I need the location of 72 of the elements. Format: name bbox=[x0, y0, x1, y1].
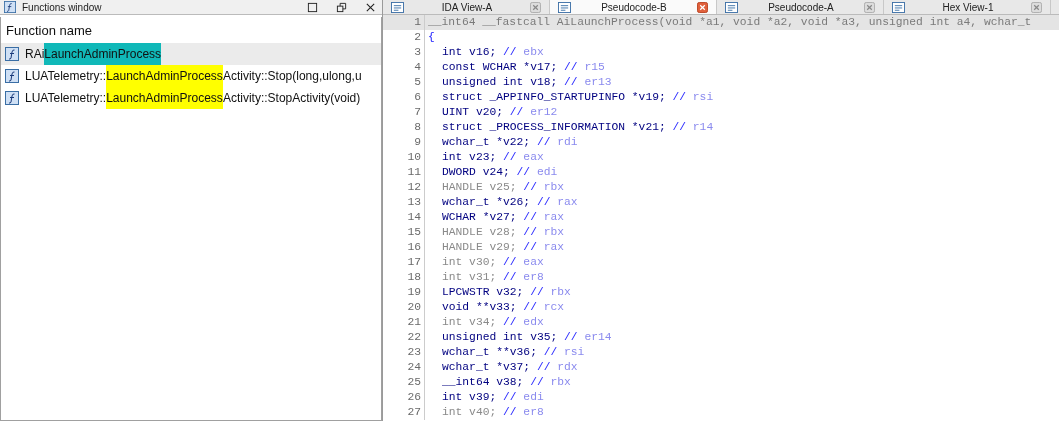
variable-declaration: int v31; // er8 bbox=[441, 270, 544, 285]
column-header[interactable]: Function name bbox=[1, 17, 381, 43]
view-tab[interactable]: Hex View-1 bbox=[884, 0, 1051, 14]
line-number: 3 bbox=[383, 45, 425, 60]
line-number: 5 bbox=[383, 75, 425, 90]
variable-declaration: WCHAR *v27; // rax bbox=[441, 210, 565, 225]
line-number: 12 bbox=[383, 180, 425, 195]
variable-declaration: unsigned int v18; // er13 bbox=[441, 75, 612, 90]
line-number: 7 bbox=[383, 105, 425, 120]
line-number: 1 bbox=[383, 15, 425, 30]
line-number: 13 bbox=[383, 195, 425, 210]
line-number: 24 bbox=[383, 360, 425, 375]
code-brace: { bbox=[427, 30, 435, 45]
variable-declaration: const WCHAR *v17; // r15 bbox=[441, 60, 605, 75]
close-icon[interactable] bbox=[365, 1, 376, 13]
variable-declaration: wchar_t **v36; // rsi bbox=[441, 345, 585, 360]
line-number: 18 bbox=[383, 270, 425, 285]
line-number: 25 bbox=[383, 375, 425, 390]
line-number: 14 bbox=[383, 210, 425, 225]
line-number: 6 bbox=[383, 90, 425, 105]
float-window-icon[interactable] bbox=[336, 1, 347, 13]
document-icon bbox=[391, 1, 404, 13]
line-number: 16 bbox=[383, 240, 425, 255]
line-number: 2 bbox=[383, 30, 425, 45]
variable-declaration: LPCWSTR v32; // rbx bbox=[441, 285, 571, 300]
function-signature: __int64 __fastcall AiLaunchProcess(void *a1, void *a2, void *a3, unsigned int a4, wchar_t bbox=[427, 15, 1032, 30]
line-number: 4 bbox=[383, 60, 425, 75]
line-number: 8 bbox=[383, 120, 425, 135]
line-number: 9 bbox=[383, 135, 425, 150]
function-icon bbox=[4, 1, 16, 13]
variable-declaration: DWORD v24; // edi bbox=[441, 165, 558, 180]
line-number: 21 bbox=[383, 315, 425, 330]
variable-declaration: int v39; // edi bbox=[441, 390, 544, 405]
view-tab[interactable]: Pseudocode-B bbox=[550, 0, 717, 14]
function-icon bbox=[5, 69, 19, 83]
view-tab[interactable]: Pseudocode-A bbox=[717, 0, 884, 14]
variable-declaration: HANDLE v25; // rbx bbox=[441, 180, 565, 195]
line-number: 23 bbox=[383, 345, 425, 360]
variable-declaration: wchar_t *v37; // rdx bbox=[441, 360, 578, 375]
line-number: 20 bbox=[383, 300, 425, 315]
panel-title: Functions window bbox=[22, 1, 102, 13]
variable-declaration: struct _APPINFO_STARTUPINFO *v19; // rsi bbox=[441, 90, 714, 105]
variable-declaration: int v30; // eax bbox=[441, 255, 544, 270]
view-tab[interactable]: IDA View-A bbox=[383, 0, 550, 14]
function-list-item[interactable]: RAiLaunchAdminProcess bbox=[1, 43, 381, 65]
line-number: 15 bbox=[383, 225, 425, 240]
variable-declaration: wchar_t *v22; // rdi bbox=[441, 135, 578, 150]
variable-declaration: int v16; // ebx bbox=[441, 45, 544, 60]
variable-declaration: __int64 v38; // rbx bbox=[441, 375, 571, 390]
line-number: 27 bbox=[383, 405, 425, 420]
variable-declaration: int v34; // edx bbox=[441, 315, 544, 330]
variable-declaration: HANDLE v28; // rbx bbox=[441, 225, 565, 240]
variable-declaration: struct _PROCESS_INFORMATION *v21; // r14 bbox=[441, 120, 714, 135]
document-icon bbox=[725, 1, 738, 13]
document-icon bbox=[892, 1, 905, 13]
variable-declaration: int v23; // eax bbox=[441, 150, 544, 165]
variable-declaration: unsigned int v35; // er14 bbox=[441, 330, 612, 345]
document-icon bbox=[558, 1, 571, 13]
line-number: 11 bbox=[383, 165, 425, 180]
line-number: 22 bbox=[383, 330, 425, 345]
maximize-icon[interactable] bbox=[307, 1, 318, 13]
variable-declaration: wchar_t *v26; // rax bbox=[441, 195, 578, 210]
variable-declaration: HANDLE v29; // rax bbox=[441, 240, 565, 255]
variable-declaration: int v40; // er8 bbox=[441, 405, 544, 420]
variable-declaration: UINT v20; // er12 bbox=[441, 105, 558, 120]
variable-declaration: void **v33; // rcx bbox=[441, 300, 565, 315]
function-icon bbox=[5, 47, 19, 61]
line-number: 17 bbox=[383, 255, 425, 270]
line-number: 26 bbox=[383, 390, 425, 405]
function-icon bbox=[5, 91, 19, 105]
line-number: 19 bbox=[383, 285, 425, 300]
line-number: 10 bbox=[383, 150, 425, 165]
